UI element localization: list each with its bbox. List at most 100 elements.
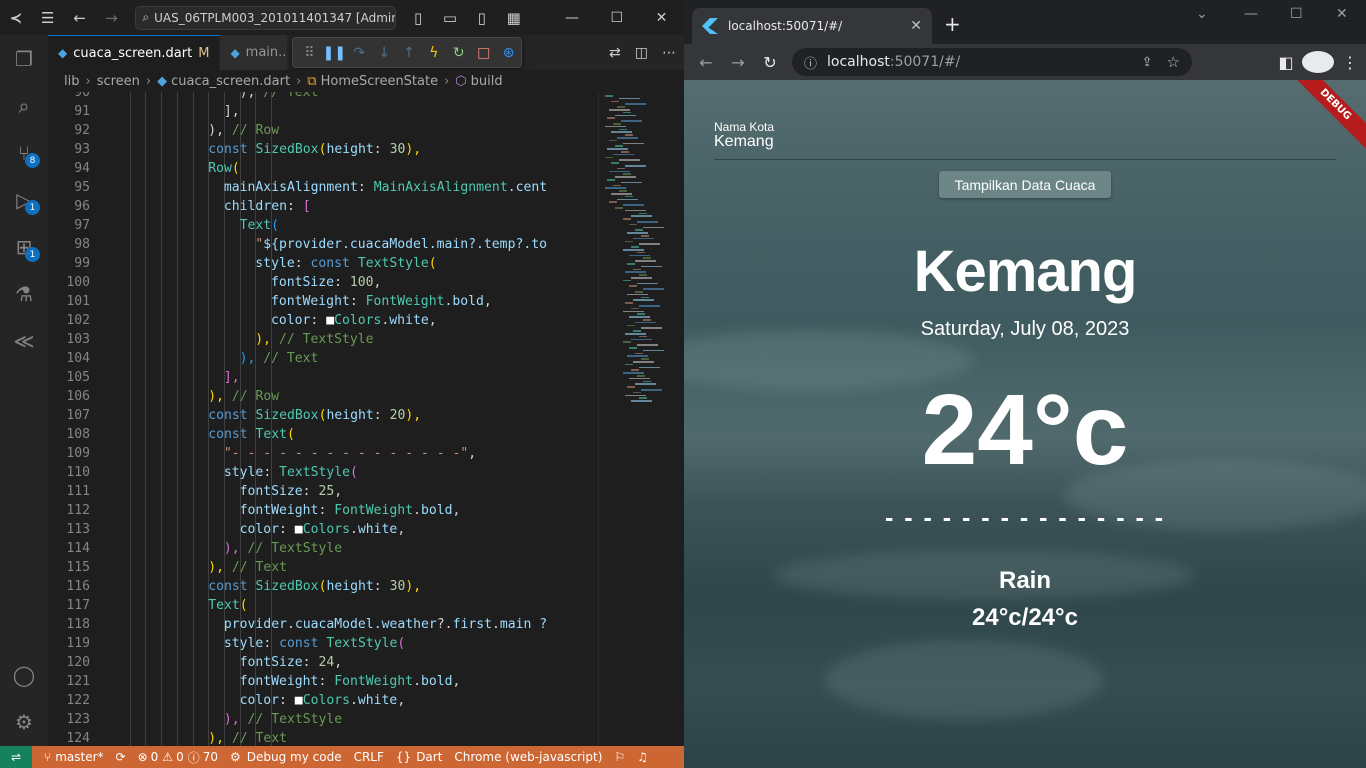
close-tab-icon[interactable]: ✕ [910,18,922,34]
code-line[interactable]: 108 const Text( [48,425,598,444]
minimize-button[interactable]: — [1244,6,1258,22]
city-input[interactable]: Kemang [714,133,1336,160]
code-line[interactable]: 124), // Text [48,729,598,746]
step-out-icon[interactable]: ↑ [397,45,422,61]
info-count[interactable]: 70 [203,750,218,764]
code-line[interactable]: 95 mainAxisAlignment: MainAxisAlignment.c… [48,178,598,197]
breadcrumb-screen[interactable]: screen [97,74,140,89]
breadcrumb-lib[interactable]: lib [64,74,79,89]
minimap[interactable] [598,92,684,746]
command-center-search[interactable]: ⌕ UAS_06TPLM003_201011401347 [Administ..… [135,5,397,30]
profile-avatar[interactable]: ● [1302,51,1334,73]
flutter-icon[interactable]: ≪ [0,317,48,364]
browser-tab[interactable]: localhost:50071/#/ ✕ [692,8,932,44]
breadcrumb-class[interactable]: HomeScreenState [321,74,439,89]
code-line[interactable]: 107 const SizedBox(height: 20), [48,406,598,425]
breadcrumb-file[interactable]: cuaca_screen.dart [171,74,290,89]
pause-icon[interactable]: ❚❚ [322,45,347,61]
code-line[interactable]: 105], [48,368,598,387]
settings-gear-icon[interactable]: ⚙ [0,698,48,745]
toggle-panel-icon[interactable]: ▭ [434,0,466,35]
code-line[interactable]: 90), // Text [48,92,598,102]
code-line[interactable]: 102 color: ■Colors.white, [48,311,598,330]
feedback-icon[interactable]: ⚐ [614,750,625,764]
forward-arrow-icon[interactable]: → [96,0,128,35]
run-debug-icon[interactable]: ▷ 1 [0,176,48,223]
remote-indicator-icon[interactable]: ⇌ [0,746,32,768]
maximize-button[interactable]: ☐ [1290,6,1303,22]
step-into-icon[interactable]: ↓ [372,45,397,61]
sync-icon[interactable]: ⟳ [116,750,126,764]
code-line[interactable]: 91], [48,102,598,121]
customize-layout-icon[interactable]: ▦ [498,0,530,35]
more-actions-icon[interactable]: ⋯ [662,45,676,61]
restart-icon[interactable]: ↻ [446,45,471,61]
share-icon[interactable]: ⇪ [1142,55,1153,70]
warning-count[interactable]: 0 [176,750,184,764]
explorer-icon[interactable]: ❐ [0,35,48,82]
back-arrow-icon[interactable]: ← [690,53,722,72]
code-line[interactable]: 109 "- - - - - - - - - - - - - - -", [48,444,598,463]
language-mode[interactable]: Dart [416,750,442,764]
bookmark-star-icon[interactable]: ☆ [1167,53,1180,71]
search-view-icon[interactable]: ⌕ [0,82,48,129]
debug-config[interactable]: Debug my code [247,750,342,764]
code-line[interactable]: 99 style: const TextStyle( [48,254,598,273]
code-line[interactable]: 123), // TextStyle [48,710,598,729]
site-info-icon[interactable]: ⓘ [804,53,817,72]
device[interactable]: Chrome (web-javascript) [454,750,602,764]
chrome-menu-icon[interactable]: ⋮ [1334,53,1366,72]
code-line[interactable]: 111 fontSize: 25, [48,482,598,501]
breadcrumb-method[interactable]: build [471,74,503,89]
compare-changes-icon[interactable]: ⇄ [609,45,621,61]
branch-name[interactable]: master* [55,750,103,764]
code-line[interactable]: 110 style: TextStyle( [48,463,598,482]
tab-cuaca-screen[interactable]: ◆ cuaca_screen.dart M [48,35,221,70]
close-button[interactable]: ✕ [1336,6,1348,22]
code-line[interactable]: 117 Text( [48,596,598,615]
extensions-icon[interactable]: ⊞ 1 [0,223,48,270]
source-control-icon[interactable]: ⑂ 8 [0,129,48,176]
code-line[interactable]: 113 color: ■Colors.white, [48,520,598,539]
forward-arrow-icon[interactable]: → [722,53,754,72]
code-line[interactable]: 120 fontSize: 24, [48,653,598,672]
tab-main[interactable]: ◆ main... [220,35,289,70]
tab-search-icon[interactable]: ⌄ [1196,6,1208,22]
address-bar[interactable]: ⓘ localhost:50071/#/ ⇪ ☆ [792,48,1192,76]
new-tab-icon[interactable]: + [944,14,961,34]
code-line[interactable]: 100 fontSize: 100, [48,273,598,292]
code-line[interactable]: 114), // TextStyle [48,539,598,558]
reload-icon[interactable]: ↻ [754,53,786,72]
code-line[interactable]: 92), // Row [48,121,598,140]
hot-reload-icon[interactable]: ϟ [421,45,446,61]
code-line[interactable]: 94 Row( [48,159,598,178]
devtools-icon[interactable]: ⊛ [496,45,521,61]
code-line[interactable]: 106), // Row [48,387,598,406]
code-line[interactable]: 97 Text( [48,216,598,235]
code-editor[interactable]: 90), // Text 91], 92), // Row 93 const Sized… [48,92,598,746]
maximize-button[interactable]: ☐ [594,0,639,35]
minimize-button[interactable]: — [550,0,595,35]
code-line[interactable]: 116 const SizedBox(height: 30), [48,577,598,596]
code-line[interactable]: 98 "${provider.cuacaModel.main?.temp?.to [48,235,598,254]
code-line[interactable]: 121 fontWeight: FontWeight.bold, [48,672,598,691]
split-editor-icon[interactable]: ◫ [635,45,648,61]
code-line[interactable]: 122 color: ■Colors.white, [48,691,598,710]
code-line[interactable]: 103), // TextStyle [48,330,598,349]
code-line[interactable]: 101 fontWeight: FontWeight.bold, [48,292,598,311]
code-line[interactable]: 115), // Text [48,558,598,577]
code-line[interactable]: 93 const SizedBox(height: 30), [48,140,598,159]
code-line[interactable]: 119 style: const TextStyle( [48,634,598,653]
code-line[interactable]: 96 children: [ [48,197,598,216]
eol[interactable]: CRLF [354,750,384,764]
drag-handle-icon[interactable]: ⠿ [297,45,322,61]
side-panel-icon[interactable]: ◧ [1270,53,1302,72]
accounts-icon[interactable]: ◯ [0,651,48,698]
stop-icon[interactable]: □ [471,45,496,61]
step-over-icon[interactable]: ↷ [347,45,372,61]
code-line[interactable]: 104), // Text [48,349,598,368]
show-weather-button[interactable]: Tampilkan Data Cuaca [939,171,1111,198]
menu-icon[interactable]: ☰ [32,0,64,35]
close-button[interactable]: ✕ [639,0,684,35]
notifications-icon[interactable]: ♫ [637,750,648,764]
